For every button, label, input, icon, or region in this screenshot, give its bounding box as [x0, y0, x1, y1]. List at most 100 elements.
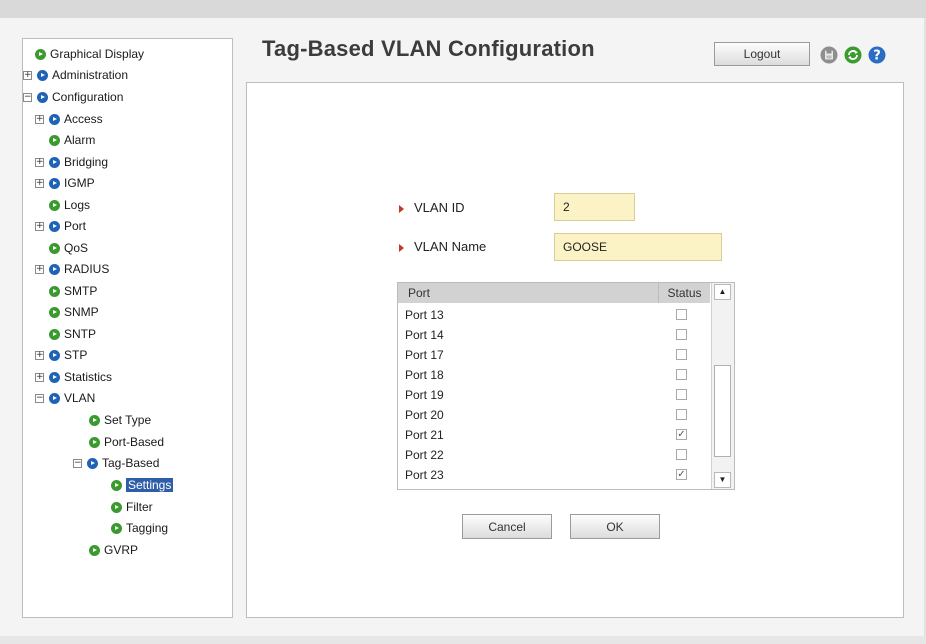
port-column-header: Port: [398, 283, 658, 303]
tree-item-igmp[interactable]: + IGMP: [35, 174, 95, 192]
arrow-bullet-icon: [399, 244, 404, 252]
tree-item-bridging[interactable]: + Bridging: [35, 153, 108, 171]
expand-icon[interactable]: +: [35, 178, 44, 188]
tree-item-access[interactable]: + Access: [35, 110, 103, 128]
vlan-id-input[interactable]: 2: [554, 193, 635, 221]
expand-icon[interactable]: +: [35, 221, 44, 231]
navigation-tree: Graphical Display + Administration − Con…: [22, 38, 233, 618]
tree-item-administration[interactable]: + Administration: [23, 66, 128, 84]
tree-item-smtp[interactable]: SMTP: [49, 282, 97, 300]
green-bullet-icon: [111, 522, 122, 534]
tree-item-tag-based[interactable]: − Tag-Based: [73, 454, 159, 472]
tree-item-statistics[interactable]: + Statistics: [35, 368, 112, 386]
tree-item-label: SMTP: [64, 284, 98, 298]
expand-icon[interactable]: +: [23, 70, 32, 80]
ok-button[interactable]: OK: [570, 514, 660, 539]
tree-item-filter[interactable]: Filter: [111, 498, 153, 516]
status-checkbox[interactable]: ✓: [676, 429, 687, 440]
status-checkbox[interactable]: [676, 329, 687, 340]
status-checkbox[interactable]: [676, 449, 687, 460]
tree-item-logs[interactable]: Logs: [49, 196, 90, 214]
vlan-name-input[interactable]: GOOSE: [554, 233, 722, 261]
blue-bullet-icon: [49, 156, 60, 168]
logout-button[interactable]: Logout: [714, 42, 810, 66]
port-name: Port 17: [405, 348, 444, 362]
collapse-icon[interactable]: −: [73, 458, 82, 468]
expand-icon[interactable]: +: [35, 372, 44, 382]
tree-item-label: Logs: [64, 198, 91, 212]
green-bullet-icon: [89, 544, 100, 556]
collapse-icon[interactable]: −: [35, 393, 44, 403]
green-bullet-icon: [49, 328, 60, 340]
bottom-bar: [0, 636, 926, 644]
blue-bullet-icon: [37, 69, 48, 81]
tree-item-label: SNMP: [64, 305, 99, 319]
tree-item-port[interactable]: + Port: [35, 217, 86, 235]
blue-bullet-icon: [49, 392, 60, 404]
tree-item-settings[interactable]: Settings: [111, 476, 174, 494]
blue-bullet-icon: [37, 91, 48, 103]
tree-item-label: QoS: [64, 241, 89, 255]
cancel-button[interactable]: Cancel: [462, 514, 552, 539]
tree-item-label: Statistics: [64, 370, 113, 384]
tree-item-port-based[interactable]: Port-Based: [89, 433, 164, 451]
green-bullet-icon: [49, 285, 60, 297]
tree-item-label-selected: Settings: [126, 478, 174, 492]
port-name: Port 14: [405, 328, 444, 342]
vertical-scrollbar[interactable]: ▲ ▼: [711, 283, 734, 489]
tree-item-sntp[interactable]: SNTP: [49, 325, 96, 343]
status-checkbox[interactable]: [676, 309, 687, 320]
status-checkbox[interactable]: [676, 349, 687, 360]
status-checkbox[interactable]: [676, 409, 687, 420]
table-row: Port 13: [398, 305, 710, 325]
green-bullet-icon: [35, 48, 46, 60]
tree-item-qos[interactable]: QoS: [49, 239, 88, 257]
vlan-name-label: VLAN Name: [414, 239, 487, 254]
expand-icon[interactable]: +: [35, 264, 44, 274]
status-checkbox[interactable]: ✓: [676, 469, 687, 480]
tree-item-tagging[interactable]: Tagging: [111, 519, 168, 537]
tree-item-set-type[interactable]: Set Type: [89, 411, 151, 429]
expand-icon[interactable]: +: [35, 157, 44, 167]
port-name: Port 19: [405, 388, 444, 402]
tree-item-snmp[interactable]: SNMP: [49, 303, 99, 321]
scroll-down-icon[interactable]: ▼: [714, 472, 731, 488]
arrow-bullet-icon: [399, 205, 404, 213]
page-title: Tag-Based VLAN Configuration: [262, 36, 595, 61]
tree-item-graphical-display[interactable]: Graphical Display: [35, 45, 144, 63]
status-checkbox[interactable]: [676, 389, 687, 400]
save-icon[interactable]: [820, 46, 838, 64]
tree-item-configuration[interactable]: − Configuration: [23, 88, 123, 106]
table-row: Port 18: [398, 365, 710, 385]
tree-item-label: IGMP: [64, 176, 95, 190]
blue-bullet-icon: [49, 113, 60, 125]
tree-item-label: Alarm: [64, 133, 96, 147]
refresh-icon[interactable]: [844, 46, 862, 64]
scrollbar-thumb[interactable]: [714, 365, 731, 457]
blue-bullet-icon: [49, 349, 60, 361]
tree-item-label: Tag-Based: [102, 456, 160, 470]
tree-item-label: Port: [64, 219, 87, 233]
table-row: Port 23 ✓: [398, 465, 710, 485]
tree-item-vlan[interactable]: − VLAN: [35, 389, 95, 407]
tree-item-alarm[interactable]: Alarm: [49, 131, 95, 149]
blue-bullet-icon: [49, 220, 60, 232]
tree-item-gvrp[interactable]: GVRP: [89, 541, 138, 559]
top-bar: [0, 0, 926, 18]
help-icon[interactable]: ?: [868, 46, 886, 64]
svg-text:?: ?: [873, 49, 881, 64]
collapse-icon[interactable]: −: [23, 92, 32, 102]
status-checkbox[interactable]: [676, 369, 687, 380]
green-bullet-icon: [49, 242, 60, 254]
expand-icon[interactable]: +: [35, 350, 44, 360]
vlan-id-label: VLAN ID: [414, 200, 465, 215]
tree-item-stp[interactable]: + STP: [35, 346, 87, 364]
port-name: Port 22: [405, 448, 444, 462]
tree-item-radius[interactable]: + RADIUS: [35, 260, 109, 278]
table-row: Port 20: [398, 405, 710, 425]
green-bullet-icon: [49, 199, 60, 211]
status-column-header: Status: [658, 283, 710, 303]
table-row: Port 14: [398, 325, 710, 345]
expand-icon[interactable]: +: [35, 114, 44, 124]
scroll-up-icon[interactable]: ▲: [714, 284, 731, 300]
